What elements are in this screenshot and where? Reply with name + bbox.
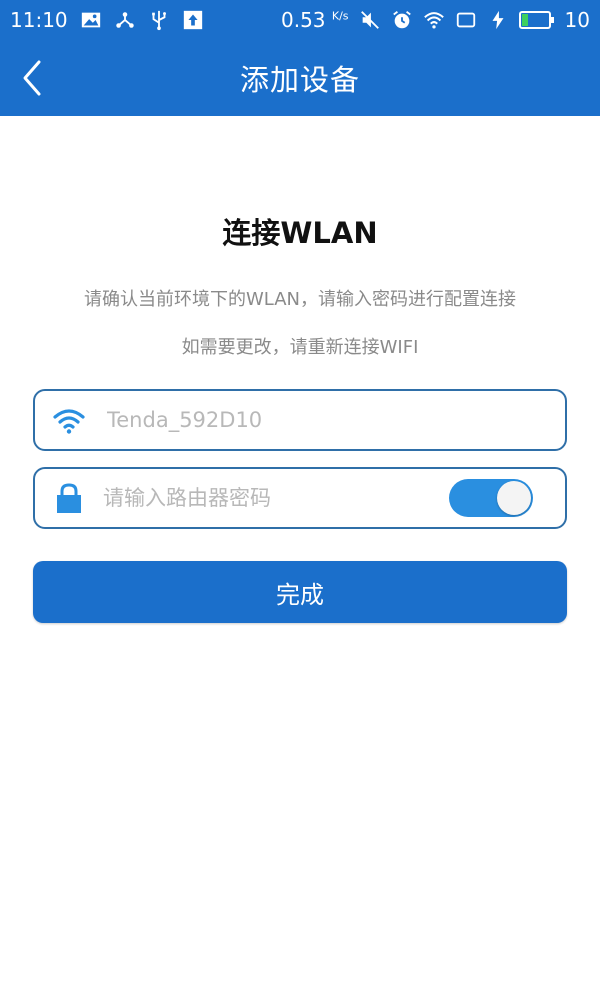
status-time: 11:10 bbox=[10, 8, 68, 32]
description-line-1: 请确认当前环境下的WLAN，请输入密码进行配置连接 bbox=[83, 289, 516, 310]
toggle-knob bbox=[497, 481, 531, 515]
wifi-icon bbox=[423, 9, 445, 31]
battery-icon bbox=[518, 9, 555, 31]
wifi-icon bbox=[51, 402, 87, 438]
screen-icon bbox=[455, 9, 477, 31]
mute-icon bbox=[359, 9, 381, 31]
page-title: 添加设备 bbox=[239, 63, 360, 97]
description-line-2: 如需要更改，请重新连接WIFI bbox=[181, 337, 419, 358]
status-bar: 11:10 0.53 K/s 10 bbox=[0, 0, 600, 40]
lock-icon bbox=[51, 480, 87, 516]
password-field bbox=[33, 467, 567, 529]
header: 添加设备 bbox=[0, 40, 600, 116]
ssid-field bbox=[33, 389, 567, 451]
net-speed-value: 0.53 bbox=[281, 8, 326, 32]
battery-level: 10 bbox=[564, 8, 590, 32]
section-heading: 连接WLAN bbox=[222, 216, 378, 250]
net-speed-unit: K/s bbox=[331, 9, 349, 23]
password-input[interactable] bbox=[103, 486, 449, 510]
back-button[interactable] bbox=[8, 54, 56, 102]
done-button[interactable]: 完成 bbox=[33, 561, 567, 623]
image-icon bbox=[80, 9, 102, 31]
alarm-icon bbox=[391, 9, 413, 31]
upload-icon bbox=[182, 9, 204, 31]
charging-icon bbox=[487, 9, 509, 31]
ssid-input[interactable] bbox=[107, 408, 549, 432]
chevron-left-icon bbox=[23, 60, 41, 96]
share-icon bbox=[114, 9, 136, 31]
net-speed: 0.53 K/s bbox=[281, 8, 349, 32]
status-bar-right: 0.53 K/s 10 bbox=[281, 8, 590, 32]
show-password-toggle[interactable] bbox=[449, 479, 533, 517]
usb-icon bbox=[148, 9, 170, 31]
status-bar-left: 11:10 bbox=[10, 8, 204, 32]
